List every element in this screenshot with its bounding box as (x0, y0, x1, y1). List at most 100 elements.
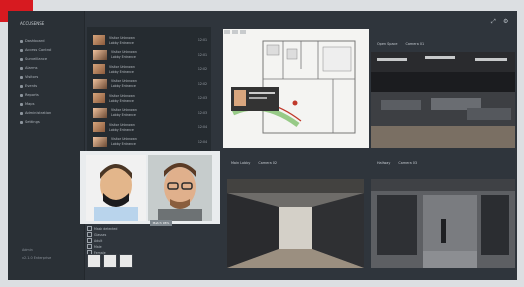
checkbox[interactable] (87, 232, 92, 237)
sidebar-item-access-control[interactable]: Access Control (20, 47, 80, 53)
face-thumbnail[interactable] (119, 254, 133, 268)
sidebar-item-label: Maps (25, 102, 35, 106)
map-icon (20, 102, 23, 106)
face-event-name: Visitor Unknown (109, 35, 135, 40)
sidebar-item-alarms[interactable]: Alarms (20, 65, 80, 71)
sidebar-item-label: Administration (25, 111, 52, 115)
camera-feed-lobby[interactable] (227, 179, 364, 268)
face-event-text: Visitor Unknown Lobby Entrance (109, 123, 135, 132)
face-event-text: Visitor Unknown Lobby Entrance (109, 36, 135, 45)
camera-3-title: Hallway (377, 161, 391, 165)
sidebar-item-label: Access Control (25, 48, 52, 52)
face-event-text: Visitor Unknown Lobby Entrance (109, 94, 135, 103)
sidebar-item-label: Surveillance (25, 57, 48, 61)
sidebar-item-surveillance[interactable]: Surveillance (20, 56, 80, 62)
face-event-list: Visitor Unknown Lobby Entrance 12:01 Visito… (87, 27, 211, 151)
sidebar-item-label: Dashboard (25, 39, 45, 43)
layers-button[interactable] (240, 30, 246, 34)
face-event-time: 12:03 (197, 96, 207, 100)
camera-2-header: Main Lobby Camera 02 (231, 161, 277, 165)
checkbox[interactable] (87, 244, 92, 249)
face-event-row[interactable]: Visitor Unknown Lobby Entrance 12:01 (93, 48, 207, 62)
face-event-row[interactable]: Visitor Unknown Lobby Entrance 12:02 (93, 62, 207, 76)
face-thumbnail (93, 107, 107, 118)
face-event-time: 12:04 (197, 125, 207, 129)
face-thumbnail[interactable] (103, 254, 117, 268)
attribute-label: Male (94, 244, 102, 249)
camera-1-header: Open Space Camera 01 (377, 42, 424, 46)
expand-icon[interactable]: ⤢ (491, 19, 497, 25)
app-title: ACCUSENSE (20, 21, 45, 26)
attribute-check-item[interactable]: Adult (87, 238, 117, 243)
camera-1-title: Open Space (377, 42, 398, 46)
face-event-row[interactable]: Visitor Unknown Lobby Entrance 12:02 (93, 77, 207, 91)
match-score-badge: Match 96% (150, 220, 172, 226)
face-event-row[interactable]: Visitor Unknown Lobby Entrance 12:03 (93, 106, 207, 120)
sidebar-item-administration[interactable]: Administration (20, 110, 80, 116)
face-event-name: Visitor Unknown (109, 93, 135, 98)
face-event-text: Visitor Unknown Lobby Entrance (109, 65, 135, 74)
camera-2-title: Main Lobby (231, 161, 251, 165)
checkbox[interactable] (87, 238, 92, 243)
face-event-text: Visitor Unknown Lobby Entrance (111, 108, 137, 117)
attribute-label: Adult (94, 238, 103, 243)
camera-3-sub: Camera 03 (398, 161, 418, 165)
zoom-in-button[interactable] (224, 30, 230, 34)
face-capture-image[interactable] (86, 155, 146, 221)
face-event-row[interactable]: Visitor Unknown Lobby Entrance 12:01 (93, 33, 207, 47)
face-thumbnail[interactable] (87, 254, 101, 268)
camera-1-sub: Camera 01 (405, 42, 425, 46)
settings-icon[interactable]: ⚙ (503, 19, 509, 25)
face-event-name: Visitor Unknown (111, 137, 137, 141)
face-event-detail: Lobby Entrance (109, 69, 134, 74)
sidebar-item-events[interactable]: Events (20, 83, 80, 89)
face-event-row[interactable]: Visitor Unknown Lobby Entrance 12:03 (93, 91, 207, 105)
settings-icon (20, 120, 23, 124)
face-event-name: Visitor Unknown (111, 50, 137, 54)
attribute-label: Mask detected (94, 226, 118, 231)
sidebar-item-label: Visitors (25, 75, 39, 79)
zoom-out-button[interactable] (232, 30, 238, 34)
sidebar-item-label: Reports (25, 93, 39, 97)
sidebar-item-visitors[interactable]: Visitors (20, 74, 80, 80)
door-icon (20, 48, 23, 52)
sidebar-item-settings[interactable]: Settings (20, 119, 80, 125)
face-thumbnail (93, 136, 107, 147)
face-event-detail: Lobby Entrance (111, 113, 136, 117)
attribute-label: Glasses (94, 232, 107, 237)
sidebar-footer-user: Admin (22, 248, 33, 252)
face-event-time: 12:01 (197, 52, 207, 57)
face-event-detail: Lobby Entrance (111, 84, 136, 88)
sidebar-item-maps[interactable]: Maps (20, 101, 80, 107)
bell-icon (20, 66, 23, 70)
face-event-time: 12:01 (197, 38, 207, 42)
dashboard-icon (20, 39, 23, 43)
attribute-check-item[interactable]: Glasses (87, 232, 117, 237)
face-event-name: Visitor Unknown (109, 122, 135, 127)
face-event-row[interactable]: Visitor Unknown Lobby Entrance 12:04 (93, 120, 207, 134)
camera-feed-open-space[interactable] (371, 52, 515, 148)
window-controls: ⤢ ⚙ (491, 19, 509, 25)
sidebar-item-label: Events (25, 84, 38, 88)
face-event-time: 12:04 (197, 139, 207, 144)
floor-plan-map[interactable] (223, 29, 369, 148)
sidebar-item-dashboard[interactable]: Dashboard (20, 38, 80, 44)
thumbnail-strip (87, 254, 133, 268)
face-event-row[interactable]: Visitor Unknown Lobby Entrance 12:04 (93, 135, 207, 149)
face-thumbnail (93, 93, 105, 103)
user-icon (20, 75, 23, 79)
face-database-image[interactable] (148, 155, 212, 221)
sidebar-footer-version: v2.1.0 Enterprise (22, 256, 52, 260)
face-thumbnail (93, 64, 105, 74)
camera-icon (20, 57, 23, 61)
face-thumbnail (93, 122, 105, 132)
sidebar-item-label: Settings (25, 120, 40, 124)
sidebar-item-reports[interactable]: Reports (20, 92, 80, 98)
face-event-name: Visitor Unknown (111, 79, 137, 83)
checkbox[interactable] (87, 226, 92, 231)
attribute-check-item[interactable]: Mask detected (87, 226, 117, 231)
camera-feed-hallway[interactable] (371, 179, 515, 268)
face-thumbnail (93, 78, 107, 89)
attribute-check-item[interactable]: Male (87, 244, 117, 249)
face-event-detail: Lobby Entrance (111, 55, 136, 59)
